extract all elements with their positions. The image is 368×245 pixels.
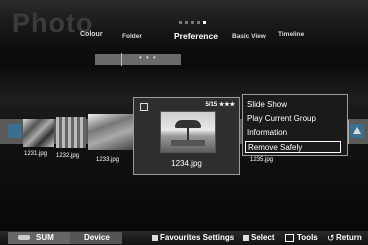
menu-item-information[interactable]: Information <box>247 128 287 137</box>
thumbnail-partial-right[interactable] <box>350 124 364 138</box>
return-label[interactable]: Return <box>336 233 362 242</box>
menu-item-play-current-group[interactable]: Play Current Group <box>247 114 316 123</box>
return-icon: ↺ <box>327 233 335 243</box>
group-segment[interactable]: • • • <box>95 53 181 66</box>
usb-icon <box>18 235 30 240</box>
thumbnail-caption: 1235.jpg <box>250 157 274 163</box>
group-indicator: • • • <box>139 53 157 62</box>
yellow-button-icon <box>152 235 158 241</box>
tab-folder[interactable]: Folder <box>122 33 142 40</box>
menu-item-slide-show[interactable]: Slide Show <box>247 100 287 109</box>
thumbnail-partial-left[interactable] <box>8 124 21 138</box>
thumbnail-1232[interactable] <box>56 117 86 148</box>
bottom-bar: SUM Device Favourites Settings Select To… <box>0 231 368 245</box>
group-cursor <box>121 53 122 66</box>
star-rating: ★★★ <box>218 102 235 108</box>
page-dot <box>191 21 194 24</box>
tools-icon <box>285 234 294 242</box>
favourites-settings-label[interactable]: Favourites Settings <box>160 233 234 242</box>
tab-preference[interactable]: Preference <box>174 31 218 41</box>
page-dot <box>179 21 182 24</box>
select-checkbox[interactable] <box>140 103 148 111</box>
enter-button-icon <box>243 235 249 241</box>
group-bar <box>0 54 368 66</box>
page-dot <box>197 21 200 24</box>
tab-timeline[interactable]: Timeline <box>278 31 304 38</box>
tab-colour[interactable]: Colour <box>80 31 103 38</box>
sum-label: SUM <box>36 233 54 242</box>
selected-photo-card[interactable]: 5/15 ★★★ 1234.jpg <box>133 97 240 175</box>
photo-preview <box>160 111 216 153</box>
menu-item-remove-safely[interactable]: Remove Safely <box>245 141 341 153</box>
thumbnail-1233[interactable] <box>88 114 133 150</box>
device-label: Device <box>84 233 110 242</box>
photo-index: 5/15 <box>205 102 218 108</box>
photo-browser-screen: Photo Colour Folder Preference Basic Vie… <box>0 0 368 245</box>
context-menu: Slide Show Play Current Group Informatio… <box>242 94 348 156</box>
tools-label[interactable]: Tools <box>297 233 318 242</box>
header: Photo Colour Folder Preference Basic Vie… <box>0 0 368 55</box>
thumbnail-caption: 1233.jpg <box>96 157 120 163</box>
photo-position: 5/15 ★★★ <box>206 101 236 108</box>
thumbnail-caption: 1231.jpg <box>24 151 48 157</box>
beach-chair <box>171 140 205 146</box>
tab-basic-view[interactable]: Basic View <box>232 33 266 40</box>
page-dot-active <box>203 21 206 24</box>
page-dot <box>185 21 188 24</box>
thumbnail-1231[interactable] <box>23 119 54 147</box>
photo-filename: 1234.jpg <box>171 159 202 168</box>
page-indicator <box>179 21 206 24</box>
select-label[interactable]: Select <box>251 233 275 242</box>
thumbnail-caption: 1232.jpg <box>56 153 80 159</box>
